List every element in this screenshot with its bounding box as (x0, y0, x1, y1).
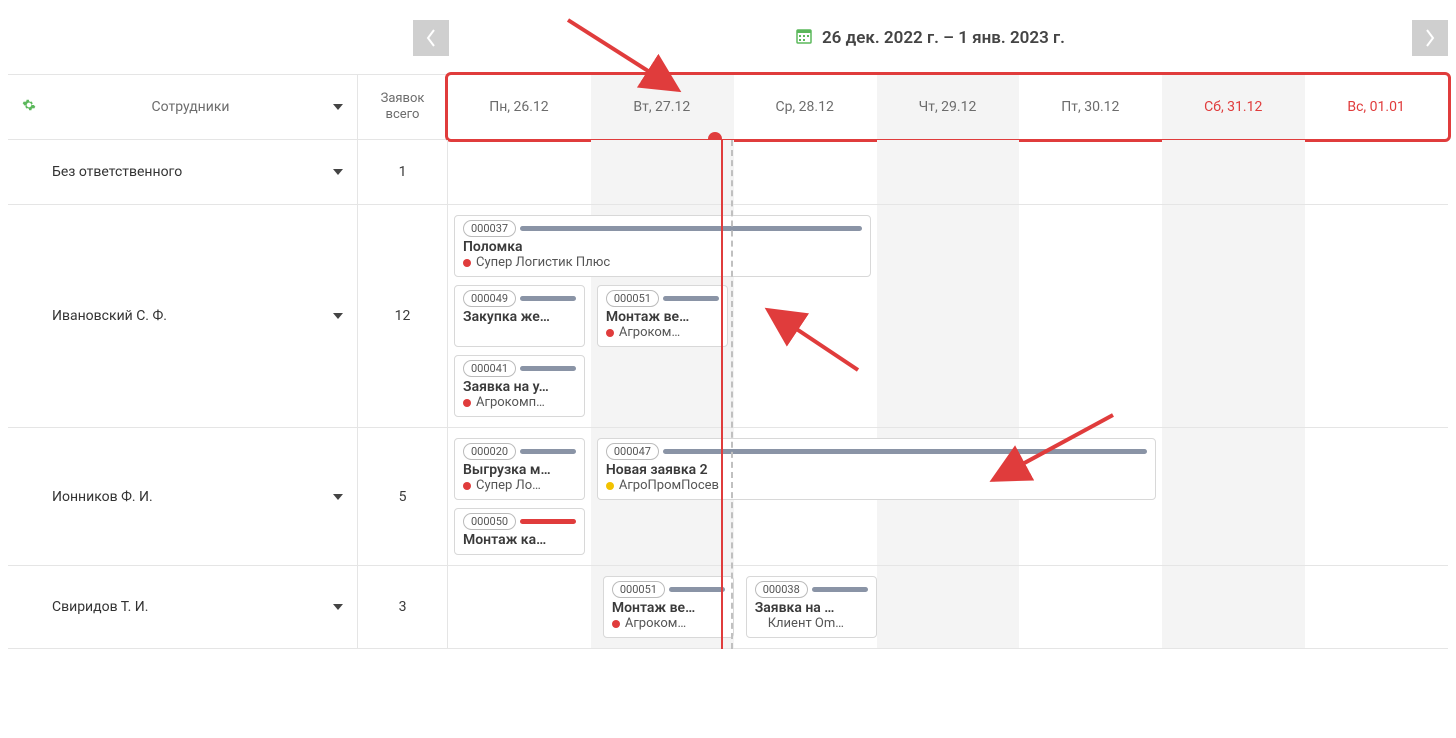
employee-lane: 000037 Поломка Супер Логистик Плюс 00004… (448, 205, 1448, 427)
date-range-text: 26 дек. 2022 г. – 1 янв. 2023 г. (822, 28, 1065, 48)
employee-task-count: 12 (358, 205, 448, 427)
employees-column-header[interactable]: Сотрудники (8, 75, 358, 139)
employee-row-header[interactable]: Без ответственного (8, 140, 358, 204)
caret-down-icon[interactable] (333, 494, 343, 500)
total-column-header: Заявоквсего (358, 75, 448, 139)
day-header-2[interactable]: Ср, 28.12 (734, 75, 877, 139)
employee-lane: 000020 Выгрузка м… Супер Ло… 000047 Нова… (448, 428, 1448, 565)
date-range-label[interactable]: 26 дек. 2022 г. – 1 янв. 2023 г. (449, 28, 1412, 48)
employee-row-header[interactable]: Свиридов Т. И. (8, 566, 358, 648)
task-client: Агроком… (612, 616, 725, 631)
task-title: Монтаж ве… (606, 309, 719, 325)
task-progress-bar (520, 296, 576, 301)
employee-lane: 000051 Монтаж ве… Агроком… 000038 Заявка… (448, 566, 1448, 648)
task-id: 000037 (463, 220, 516, 237)
task-id: 000047 (606, 443, 659, 460)
task-card[interactable]: 000041 Заявка на у… Агрокомп… (454, 355, 585, 417)
calendar-icon (796, 28, 812, 48)
task-id: 000041 (463, 360, 516, 377)
employee-task-count: 5 (358, 428, 448, 565)
task-progress-bar (520, 449, 576, 454)
task-title: Заявка на … (755, 600, 868, 616)
task-progress-bar (663, 449, 1147, 454)
employee-name: Свиридов Т. И. (22, 599, 148, 615)
task-progress-bar (520, 519, 576, 524)
employee-task-count: 1 (358, 140, 448, 204)
task-id: 000050 (463, 513, 516, 530)
employee-name: Ивановский С. Ф. (22, 308, 167, 324)
task-card[interactable]: 000020 Выгрузка м… Супер Ло… (454, 438, 585, 500)
task-title: Новая заявка 2 (606, 462, 1147, 478)
task-client: Агроком… (606, 325, 719, 340)
task-progress-bar (669, 587, 725, 592)
caret-down-icon[interactable] (333, 104, 343, 110)
caret-down-icon[interactable] (333, 169, 343, 175)
day-header-5[interactable]: Сб, 31.12 (1162, 75, 1305, 139)
prev-week-button[interactable] (413, 20, 449, 56)
employee-name: Ионников Ф. И. (22, 489, 153, 505)
task-title: Монтаж ка… (463, 532, 576, 548)
day-header-1[interactable]: Вт, 27.12 (591, 75, 734, 139)
day-header-0[interactable]: Пн, 26.12 (448, 75, 591, 139)
task-card[interactable]: 000051 Монтаж ве… Агроком… (597, 285, 728, 347)
days-header: Пн, 26.12Вт, 27.12Ср, 28.12Чт, 29.12Пт, … (448, 75, 1448, 139)
task-title: Заявка на у… (463, 379, 576, 395)
task-progress-bar (520, 226, 861, 231)
task-progress-bar (663, 296, 719, 301)
task-progress-bar (520, 366, 576, 371)
task-card[interactable]: 000050 Монтаж ка… (454, 508, 585, 555)
next-week-button[interactable] (1412, 20, 1448, 56)
task-title: Выгрузка м… (463, 462, 576, 478)
gear-icon[interactable] (22, 98, 36, 116)
employee-task-count: 3 (358, 566, 448, 648)
task-card[interactable]: 000049 Закупка же… (454, 285, 585, 347)
task-id: 000020 (463, 443, 516, 460)
employee-name: Без ответственного (22, 164, 182, 180)
employee-row-header[interactable]: Ионников Ф. И. (8, 428, 358, 565)
task-client: АгроПромПосев (606, 478, 1147, 493)
employees-title: Сотрудники (48, 99, 333, 115)
task-title: Поломка (463, 239, 862, 255)
employee-row-header[interactable]: Ивановский С. Ф. (8, 205, 358, 427)
task-card[interactable]: 000047 Новая заявка 2 АгроПромПосев (597, 438, 1156, 500)
caret-down-icon[interactable] (333, 604, 343, 610)
task-progress-bar (812, 587, 868, 592)
task-card[interactable]: 000051 Монтаж ве… Агроком… (603, 576, 734, 638)
employee-lane (448, 140, 1448, 204)
task-id: 000051 (612, 581, 665, 598)
day-header-6[interactable]: Вс, 01.01 (1305, 75, 1448, 139)
task-client: Агрокомп… (463, 395, 576, 410)
task-id: 000051 (606, 290, 659, 307)
task-card[interactable]: 000037 Поломка Супер Логистик Плюс (454, 215, 871, 277)
task-id: 000049 (463, 290, 516, 307)
task-card[interactable]: 000038 Заявка на … Клиент Om… (746, 576, 877, 638)
day-header-4[interactable]: Пт, 30.12 (1019, 75, 1162, 139)
day-header-3[interactable]: Чт, 29.12 (877, 75, 1020, 139)
caret-down-icon[interactable] (333, 313, 343, 319)
task-id: 000038 (755, 581, 808, 598)
task-client: Супер Ло… (463, 478, 576, 493)
task-title: Монтаж ве… (612, 600, 725, 616)
task-client: Супер Логистик Плюс (463, 255, 862, 270)
task-title: Закупка же… (463, 309, 576, 325)
task-client: Клиент Om… (755, 616, 868, 631)
